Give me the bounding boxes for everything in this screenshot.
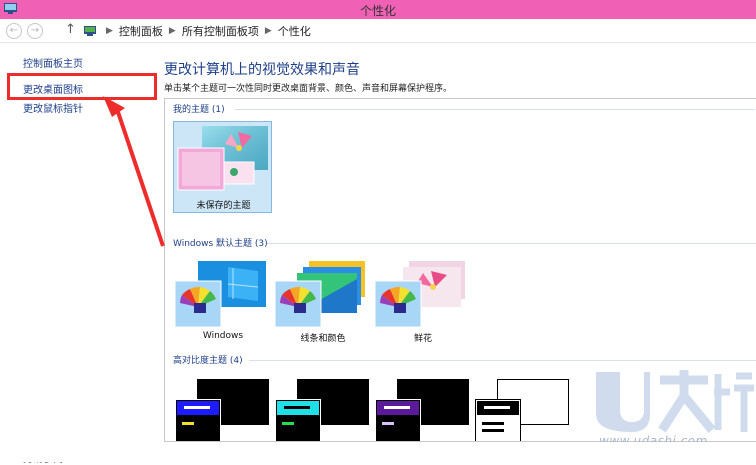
taskbar-strip bbox=[0, 442, 756, 462]
annotation-arrow bbox=[103, 96, 165, 247]
